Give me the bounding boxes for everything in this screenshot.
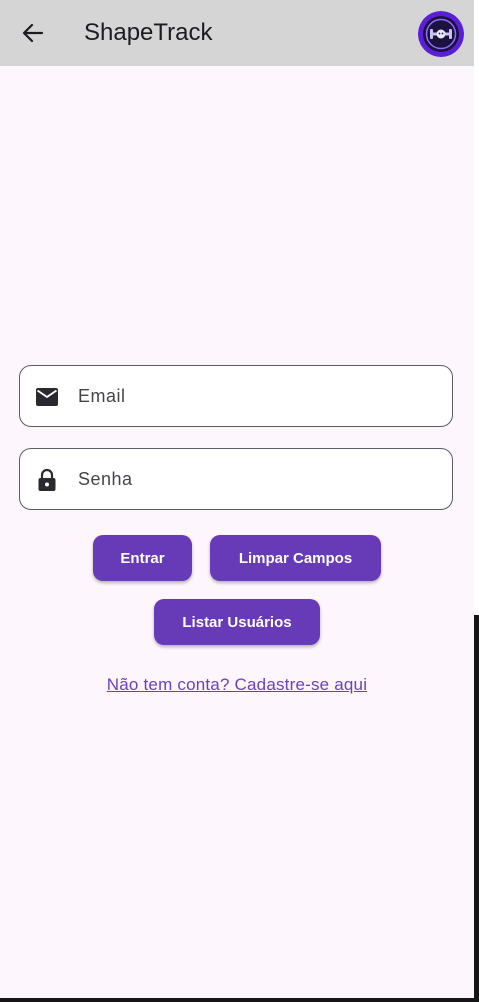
mail-icon <box>34 385 60 409</box>
window-edge <box>474 0 479 615</box>
arrow-back-icon <box>22 23 44 43</box>
password-field[interactable] <box>19 448 453 510</box>
email-input[interactable] <box>78 376 438 416</box>
password-input[interactable] <box>78 459 438 499</box>
app-title: ShapeTrack <box>84 19 213 46</box>
login-button[interactable]: Entrar <box>93 535 192 581</box>
app-logo <box>418 11 464 57</box>
login-screen: ShapeTrack Email Entrar Limpar Campos Li… <box>0 0 474 998</box>
signup-link[interactable]: Não tem conta? Cadastre-se aqui <box>0 675 474 695</box>
clear-fields-button[interactable]: Limpar Campos <box>210 535 381 581</box>
back-button[interactable] <box>14 15 52 51</box>
list-users-button[interactable]: Listar Usuários <box>154 599 320 645</box>
app-bar: ShapeTrack <box>0 0 474 66</box>
lock-icon <box>34 468 60 492</box>
email-field[interactable] <box>19 365 453 427</box>
